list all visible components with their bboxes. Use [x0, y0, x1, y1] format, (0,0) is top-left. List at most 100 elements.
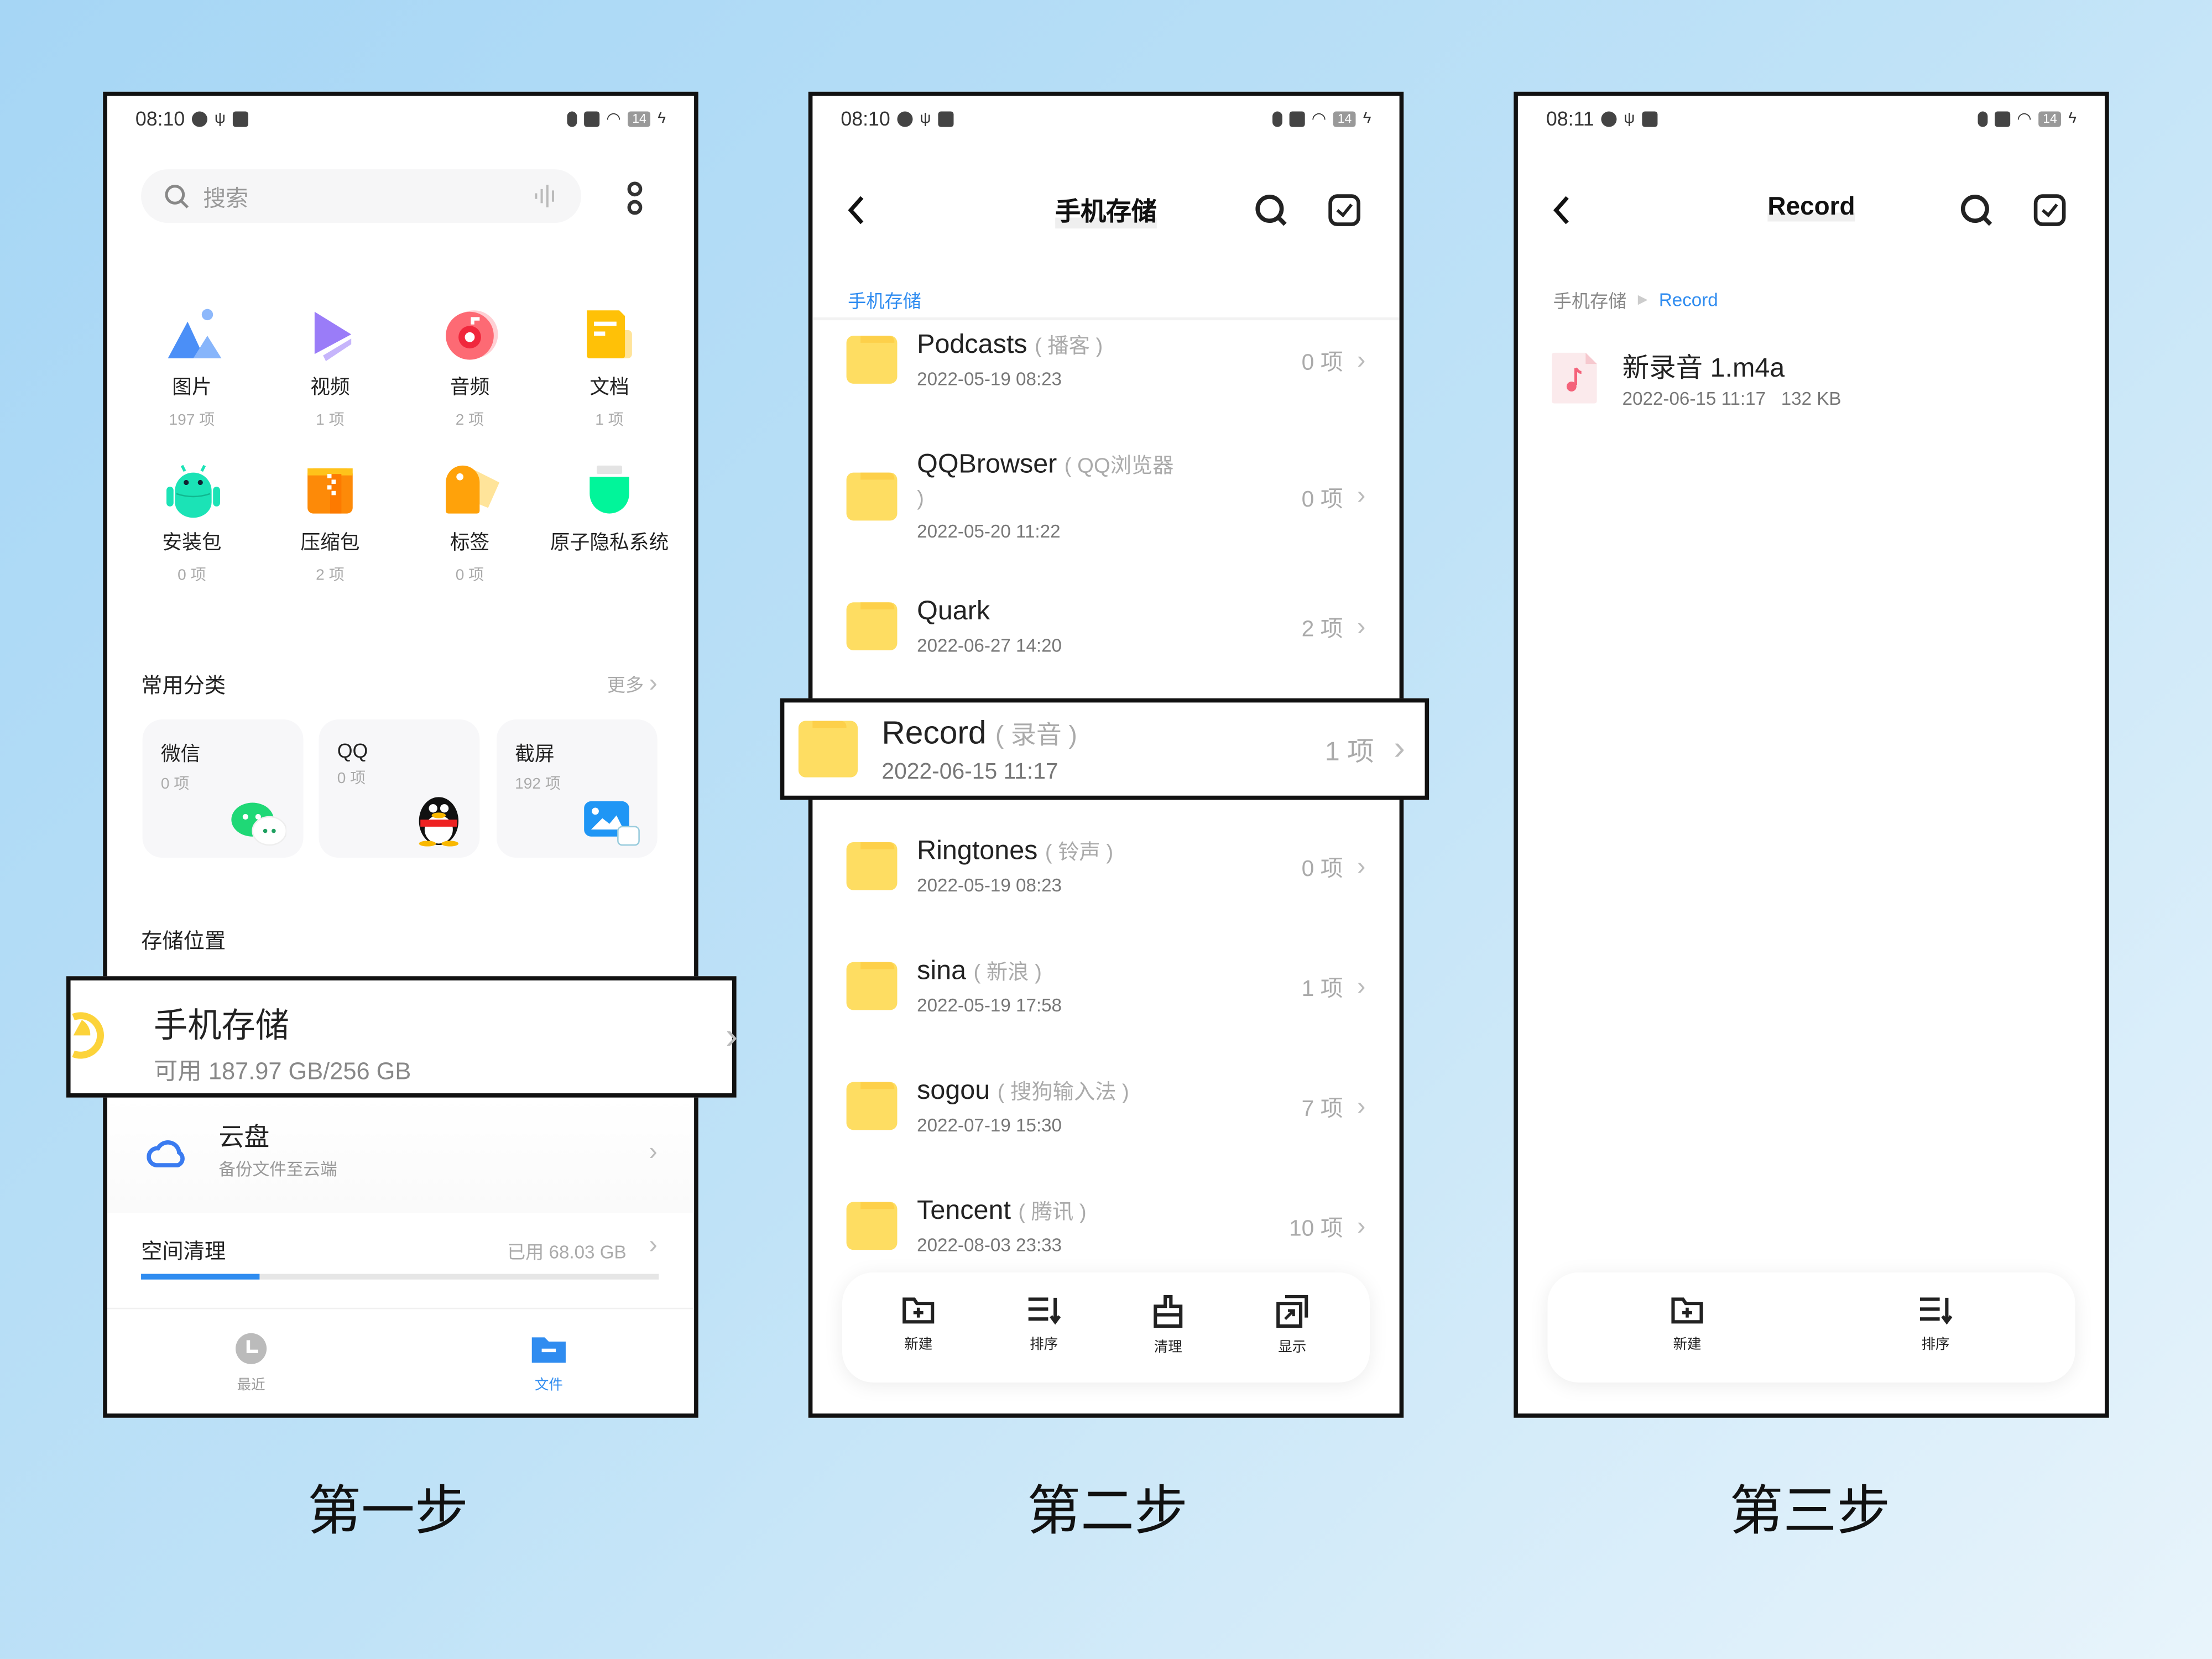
- breadcrumb: 手机存储 ▶ Record: [1553, 286, 1718, 313]
- sort-button[interactable]: 排序: [1001, 1295, 1086, 1353]
- category-5[interactable]: 压缩包 2 项: [262, 463, 398, 586]
- folder-date: 2022-05-19 17:58: [917, 994, 1062, 1016]
- cloud-drive-row[interactable]: 云盘 备份文件至云端 ›: [107, 1097, 695, 1213]
- back-icon[interactable]: [847, 195, 867, 226]
- chevron-right-icon: ›: [649, 1137, 658, 1166]
- folder-count: 0 项: [1301, 487, 1343, 512]
- card-title: 微信: [160, 742, 201, 765]
- image-icon: [165, 307, 222, 361]
- folder-date: 2022-05-19 08:23: [917, 368, 1062, 390]
- mic-icon: [1977, 111, 1987, 127]
- category-1[interactable]: 视频 1 项: [262, 307, 398, 430]
- folder-count: 0 项: [1301, 351, 1343, 375]
- speed-icon: [897, 111, 913, 127]
- search-icon: [165, 185, 189, 208]
- multi-select-icon[interactable]: [1327, 193, 1361, 227]
- folder-row[interactable]: Tencent ( 腾讯 ) 2022-08-03 23:33 10 项 ›: [846, 1196, 1365, 1256]
- nav-files[interactable]: 文件: [507, 1332, 591, 1394]
- search-icon[interactable]: [1959, 193, 1993, 227]
- sort-icon: [1919, 1297, 1953, 1325]
- app-notification-icon: [232, 111, 248, 127]
- nav-recent[interactable]: 最近: [209, 1332, 294, 1394]
- new-folder-icon: [902, 1297, 935, 1324]
- card-count: 0 项: [337, 770, 366, 787]
- folder-date: 2022-08-03 23:33: [917, 1234, 1062, 1256]
- file-row[interactable]: 新录音 1.m4a 2022-06-15 11:17 132 KB: [1552, 350, 2059, 409]
- battery-icon: 14: [628, 111, 651, 127]
- qq-penguin-icon: [419, 797, 459, 847]
- category-count: 2 项: [455, 411, 484, 429]
- sort-icon: [1028, 1297, 1061, 1325]
- status-bar: 08:10 ψ ◠ 14 ϟ: [841, 105, 1371, 133]
- broom-icon: [1154, 1295, 1183, 1328]
- folder-icon: [846, 962, 898, 1010]
- category-label: 视频: [310, 375, 350, 398]
- folder-row[interactable]: Quark 2022-06-27 14:20 2 项 ›: [846, 597, 1365, 656]
- more-options-icon[interactable]: [627, 181, 644, 217]
- category-label: 压缩包: [300, 530, 360, 553]
- record-folder-highlight[interactable]: Record ( 录音 ) 2022-06-15 11:17 1 项 ›: [780, 698, 1430, 800]
- usb-icon: ψ: [920, 109, 931, 127]
- new-folder-button[interactable]: 新建: [1645, 1295, 1729, 1353]
- card-wechat[interactable]: 微信 0 项: [142, 719, 304, 858]
- audio-file-icon: [1552, 352, 1597, 404]
- status-bar: 08:11 ψ ◠ 14 ϟ: [1546, 105, 2077, 133]
- phone-screen-step3: 08:11 ψ ◠ 14 ϟ Record 手机存储 ▶ Record 新录音 1.m…: [1514, 91, 2109, 1418]
- breadcrumb-item-current[interactable]: Record: [1659, 289, 1718, 310]
- sort-button[interactable]: 排序: [1893, 1295, 1978, 1353]
- voice-icon[interactable]: [533, 184, 559, 209]
- card-screenshots[interactable]: 截屏 192 项: [496, 719, 658, 858]
- folder-name: sogou: [917, 1076, 990, 1106]
- bottom-toolbar: 新建 排序: [1547, 1272, 2075, 1383]
- phone-storage-highlight[interactable]: 手机存储 可用 187.97 GB/256 GB ›: [66, 976, 738, 1098]
- storage-location-title: 存储位置: [141, 930, 226, 954]
- folder-row[interactable]: sogou ( 搜狗输入法 ) 2022-07-19 15:30 7 项 ›: [846, 1076, 1365, 1136]
- chevron-right-icon: ›: [1357, 971, 1366, 1000]
- breadcrumb-item[interactable]: 手机存储: [1553, 286, 1627, 313]
- folder-row[interactable]: Ringtones ( 铃声 ) 2022-05-19 08:23 0 项 ›: [846, 837, 1365, 896]
- folder-count: 1 项: [1301, 977, 1343, 1002]
- cleanup-used: 已用 68.03 GB: [507, 1241, 627, 1263]
- more-link[interactable]: 更多 ›: [607, 669, 658, 698]
- tag-icon: [443, 463, 500, 517]
- folder-count: 7 项: [1301, 1097, 1343, 1122]
- phone-storage-subtitle: 可用 187.97 GB/256 GB: [154, 1058, 411, 1085]
- breadcrumb[interactable]: 手机存储: [848, 286, 921, 313]
- category-3[interactable]: 文档 1 项: [542, 307, 677, 430]
- category-7[interactable]: 原子隐私系统: [542, 463, 677, 563]
- cloud-icon: [147, 1140, 185, 1167]
- display-button[interactable]: 显示: [1250, 1295, 1334, 1356]
- search-input[interactable]: 搜索: [141, 169, 582, 223]
- folder-name: Quark: [917, 597, 990, 627]
- clean-button[interactable]: 清理: [1126, 1295, 1211, 1356]
- category-count: 197 项: [169, 411, 215, 429]
- card-count: 0 项: [160, 776, 190, 793]
- category-6[interactable]: 标签 0 项: [402, 463, 538, 586]
- clock-icon: [236, 1333, 267, 1364]
- page-title: Record: [1767, 191, 1855, 222]
- new-folder-button[interactable]: 新建: [876, 1295, 961, 1353]
- storage-progress-bar: [141, 1274, 659, 1280]
- multi-select-icon[interactable]: [2033, 193, 2067, 227]
- archive-icon: [303, 463, 357, 517]
- tutorial-canvas: 08:10 ψ ◠ 14 ϟ 搜索 图片 197 项 视频 1 项 音频 2 项 文档…: [0, 0, 2212, 1659]
- sim-icon: [583, 111, 599, 127]
- page-title: 手机存储: [1055, 191, 1157, 229]
- wechat-icon: [231, 802, 286, 846]
- folder-row[interactable]: sina ( 新浪 ) 2022-05-19 17:58 1 项 ›: [846, 957, 1366, 1016]
- folder-count: 1 项: [1324, 737, 1374, 767]
- more-label: 更多: [607, 674, 644, 696]
- common-categories-title: 常用分类: [141, 674, 226, 698]
- category-4[interactable]: 安装包 0 项: [124, 463, 259, 586]
- category-count: 0 项: [455, 567, 484, 585]
- category-2[interactable]: 音频 2 项: [402, 307, 538, 430]
- back-icon[interactable]: [1552, 195, 1572, 226]
- folder-row[interactable]: Podcasts ( 播客 ) 2022-05-19 08:23 0 项 ›: [846, 330, 1365, 390]
- category-0[interactable]: 图片 197 项: [124, 307, 259, 430]
- space-cleanup-row[interactable]: 空间清理 已用 68.03 GB ›: [107, 1224, 694, 1295]
- card-title: 截屏: [515, 742, 555, 765]
- card-qq[interactable]: QQ 0 项: [319, 719, 480, 858]
- search-icon[interactable]: [1254, 193, 1288, 227]
- app-notification-icon: [938, 111, 954, 127]
- folder-row[interactable]: QQBrowser ( QQ浏览器 ) 2022-05-20 11:22 0 项…: [846, 450, 1365, 542]
